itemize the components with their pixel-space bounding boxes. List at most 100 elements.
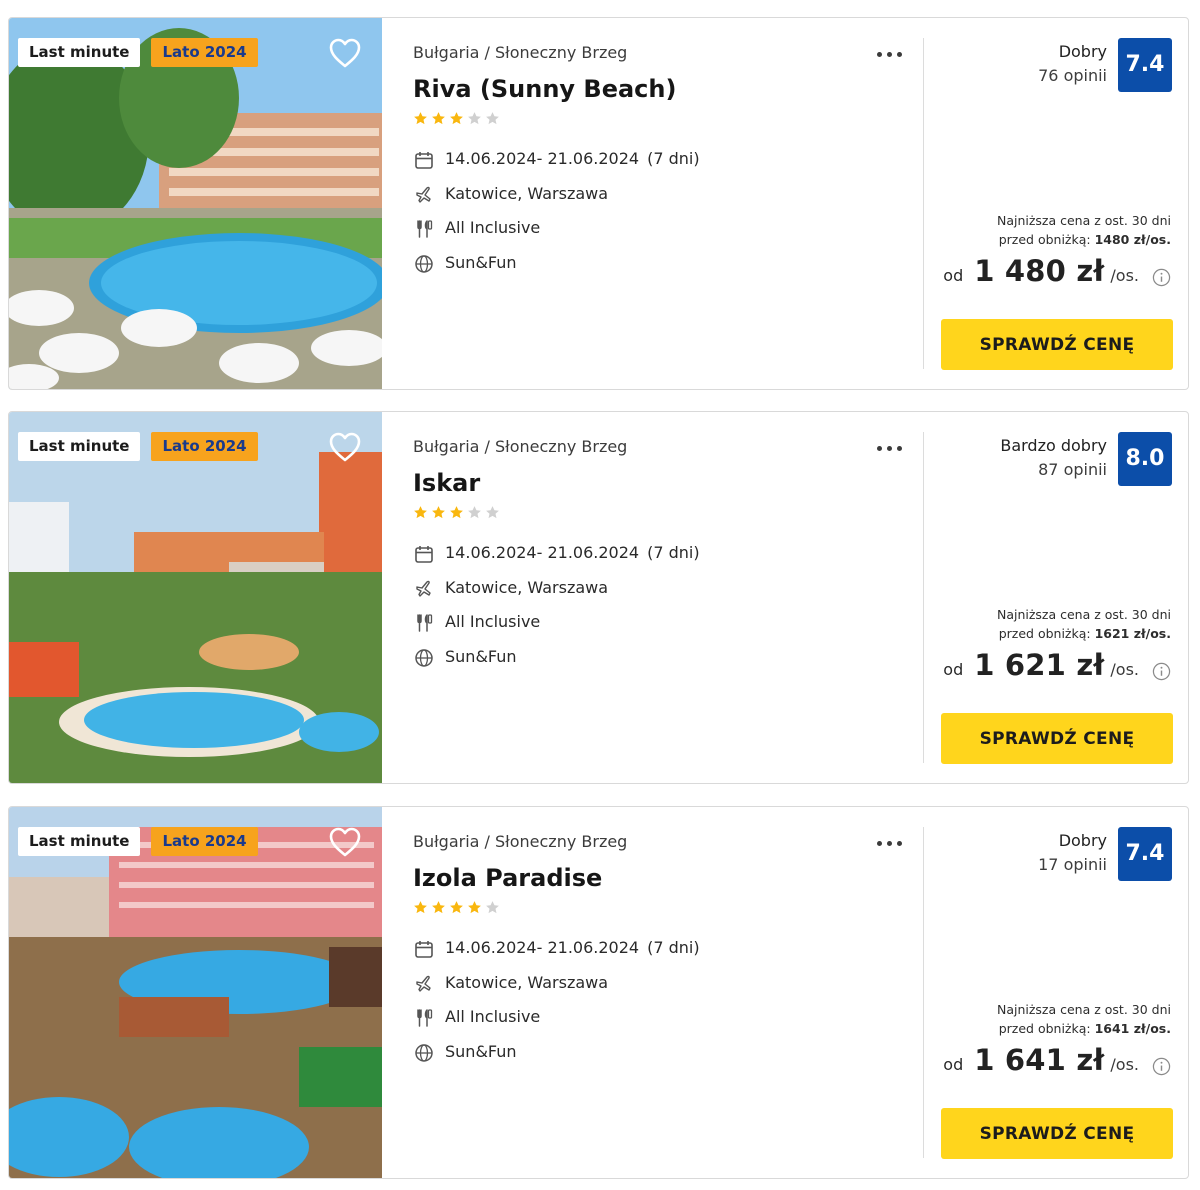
heart-icon[interactable] <box>328 37 362 69</box>
score-badge[interactable]: 7.4 <box>1118 38 1172 92</box>
location-breadcrumb[interactable]: Bułgaria / Słoneczny Brzeg <box>413 43 627 62</box>
globe-icon <box>415 255 433 273</box>
more-options-icon[interactable] <box>875 42 905 66</box>
last-minute-badge: Last minute <box>18 432 141 461</box>
star-rating <box>413 900 500 915</box>
cutlery-icon <box>417 614 433 632</box>
departure-text: Katowice, Warszawa <box>445 578 609 597</box>
board-text: All Inclusive <box>445 612 541 631</box>
offer-card[interactable]: Last minute Lato 2024 Bułgaria / Słonecz… <box>8 17 1189 390</box>
price-row: od 1 621 zł /os. <box>943 648 1171 688</box>
star-empty-icon <box>468 112 481 125</box>
price-unit: /os. <box>1110 1055 1139 1074</box>
departure-text: Katowice, Warszawa <box>445 973 609 992</box>
lowest-price-line1: Najniższa cena z ost. 30 dni <box>996 1002 1171 1017</box>
offer-info: Bułgaria / Słoneczny Brzeg Iskar 14.06.2… <box>413 412 913 783</box>
heart-icon[interactable] <box>328 826 362 858</box>
reviews-count: 76 opinii <box>1038 66 1107 85</box>
board-text: All Inclusive <box>445 1007 541 1026</box>
price-row: od 1 480 zł /os. <box>943 254 1171 294</box>
star-filled-icon <box>414 506 427 519</box>
duration-text: (7 dni) <box>647 543 700 562</box>
check-price-button[interactable]: SPRAWDŹ CENĘ <box>941 319 1173 370</box>
pool-hotel-photo <box>9 18 382 389</box>
info-icon[interactable] <box>1152 268 1171 287</box>
star-empty-icon <box>468 506 481 519</box>
star-rating <box>413 111 500 126</box>
rating-summary[interactable]: Dobry 76 opinii <box>1038 40 1107 88</box>
star-empty-icon <box>486 901 499 914</box>
check-price-button[interactable]: SPRAWDŹ CENĘ <box>941 1108 1173 1159</box>
location-breadcrumb[interactable]: Bułgaria / Słoneczny Brzeg <box>413 437 627 456</box>
offer-list: Last minute Lato 2024 Bułgaria / Słonecz… <box>0 0 1200 1190</box>
price-row: od 1 641 zł /os. <box>943 1043 1171 1083</box>
info-icon[interactable] <box>1152 1057 1171 1076</box>
lowest-price-line1: Najniższa cena z ost. 30 dni <box>996 607 1171 622</box>
info-icon[interactable] <box>1152 662 1171 681</box>
more-options-icon[interactable] <box>875 436 905 460</box>
category-text: Sun&Fun <box>445 1042 517 1061</box>
score-badge[interactable]: 7.4 <box>1118 827 1172 881</box>
price-unit: /os. <box>1110 660 1139 679</box>
season-badge: Lato 2024 <box>151 827 258 856</box>
badge-row: Last minute Lato 2024 <box>18 432 258 461</box>
heart-icon[interactable] <box>328 431 362 463</box>
duration-text: (7 dni) <box>647 938 700 957</box>
offer-info: Bułgaria / Słoneczny Brzeg Riva (Sunny B… <box>413 18 913 389</box>
category-text: Sun&Fun <box>445 647 517 666</box>
rating-summary[interactable]: Bardzo dobry 87 opinii <box>1000 434 1107 482</box>
more-options-icon[interactable] <box>875 831 905 855</box>
star-filled-icon <box>450 506 463 519</box>
price-value: 1 641 zł <box>974 1043 1105 1077</box>
dates-text: 14.06.2024- 21.06.2024 <box>445 149 640 168</box>
calendar-icon <box>415 941 433 958</box>
lowest-price-prefix: przed obniżką: <box>998 1021 1091 1036</box>
star-rating <box>413 505 500 520</box>
last-minute-badge: Last minute <box>18 827 141 856</box>
dates-text: 14.06.2024- 21.06.2024 <box>445 543 640 562</box>
hotel-name[interactable]: Iskar <box>413 469 480 497</box>
star-filled-icon <box>468 901 481 914</box>
rating-summary[interactable]: Dobry 17 opinii <box>1038 829 1107 877</box>
price-prefix: od <box>943 266 964 285</box>
offer-card[interactable]: Last minute Lato 2024 Bułgaria / Słonecz… <box>8 411 1189 784</box>
location-breadcrumb[interactable]: Bułgaria / Słoneczny Brzeg <box>413 832 627 851</box>
lowest-price-note: Najniższa cena z ost. 30 dni przed obniż… <box>997 211 1171 249</box>
reviews-count: 87 opinii <box>1038 460 1107 479</box>
star-filled-icon <box>432 112 445 125</box>
lowest-price-prefix: przed obniżką: <box>998 626 1091 641</box>
score-badge[interactable]: 8.0 <box>1118 432 1172 486</box>
hotel-name[interactable]: Izola Paradise <box>413 864 602 892</box>
globe-icon <box>415 649 433 667</box>
star-filled-icon <box>414 901 427 914</box>
board-text: All Inclusive <box>445 218 541 237</box>
badge-row: Last minute Lato 2024 <box>18 38 258 67</box>
price-prefix: od <box>943 1055 964 1074</box>
hotel-photo[interactable]: Last minute Lato 2024 <box>9 18 382 389</box>
lowest-price-prefix: przed obniżką: <box>998 232 1091 247</box>
plane-icon <box>416 580 431 597</box>
lowest-price-value: 1480 zł/os. <box>1094 232 1171 247</box>
departure-text: Katowice, Warszawa <box>445 184 609 203</box>
offer-info: Bułgaria / Słoneczny Brzeg Izola Paradis… <box>413 807 913 1178</box>
lowest-price-note: Najniższa cena z ost. 30 dni przed obniż… <box>997 1000 1171 1038</box>
reviews-count: 17 opinii <box>1038 855 1107 874</box>
price-value: 1 480 zł <box>974 254 1105 288</box>
season-badge: Lato 2024 <box>151 432 258 461</box>
rating-label: Bardzo dobry <box>1000 436 1107 455</box>
cutlery-icon <box>417 1009 433 1027</box>
divider <box>923 432 924 763</box>
divider <box>923 38 924 369</box>
star-filled-icon <box>432 506 445 519</box>
last-minute-badge: Last minute <box>18 38 141 67</box>
star-filled-icon <box>450 112 463 125</box>
hotel-name[interactable]: Riva (Sunny Beach) <box>413 75 676 103</box>
check-price-button[interactable]: SPRAWDŹ CENĘ <box>941 713 1173 764</box>
price-unit: /os. <box>1110 266 1139 285</box>
star-filled-icon <box>432 901 445 914</box>
lowest-price-note: Najniższa cena z ost. 30 dni przed obniż… <box>997 605 1171 643</box>
hotel-photo[interactable]: Last minute Lato 2024 <box>9 807 382 1178</box>
lowest-price-value: 1621 zł/os. <box>1094 626 1171 641</box>
offer-card[interactable]: Last minute Lato 2024 Bułgaria / Słonecz… <box>8 806 1189 1179</box>
hotel-photo[interactable]: Last minute Lato 2024 <box>9 412 382 783</box>
